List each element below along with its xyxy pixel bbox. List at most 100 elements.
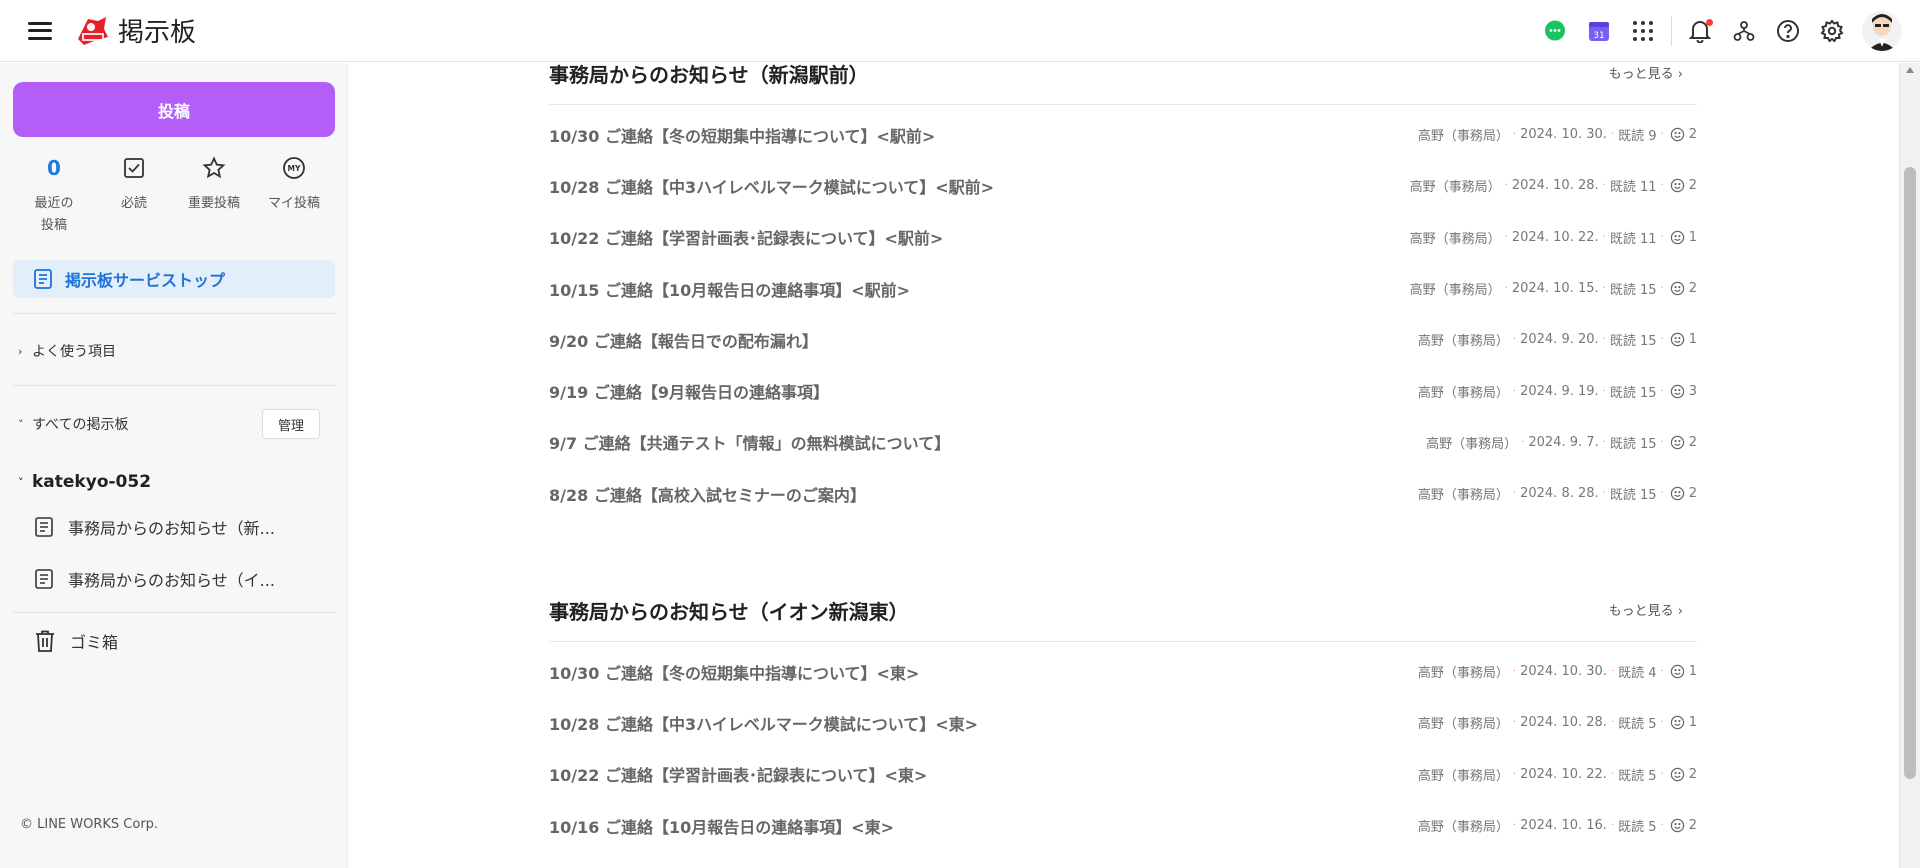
section-title[interactable]: 事務局からのお知らせ（イオン新潟東） — [549, 596, 909, 625]
meta-dot: · — [1521, 436, 1525, 448]
my-badge-text: MY — [288, 164, 301, 173]
meta-dot: · — [1602, 436, 1606, 448]
menu-icon[interactable] — [28, 21, 52, 40]
document-icon — [35, 517, 53, 537]
apps-grid-icon[interactable] — [1621, 9, 1665, 53]
post-author: 高野（事務局） — [1417, 385, 1509, 401]
sidebar-item-board-top[interactable]: 掲示板サービストップ — [13, 260, 335, 298]
post-read-count: 既読 9 — [1618, 129, 1657, 145]
post-date: 2024. 9. 19. — [1520, 383, 1599, 399]
star-icon — [202, 156, 226, 179]
sidebar-item-trash[interactable]: ゴミ箱 — [34, 623, 118, 659]
post-title[interactable]: 10/30 ご連絡【冬の短期集中指導について】<駅前> — [549, 123, 935, 147]
smile-icon — [1670, 818, 1685, 833]
quick-recent-posts[interactable]: 0 最近の投稿 — [14, 153, 94, 263]
sidebar-board-aeon-niigata-higashi[interactable]: 事務局からのお知らせ（イ... — [34, 559, 334, 599]
post-row[interactable]: 10/15 ご連絡【10月報告日の連絡事項】<駅前> 高野（事務局） · 2024.… — [549, 263, 1697, 314]
post-row[interactable]: 10/30 ご連絡【冬の短期集中指導について】<駅前> 高野（事務局） · 2024… — [549, 109, 1697, 160]
meta-dot: · — [1512, 129, 1517, 141]
calendar-icon[interactable]: 31 — [1577, 9, 1621, 53]
meta-dot: · — [1602, 385, 1606, 397]
quick-my-posts[interactable]: MY マイ投稿 — [254, 153, 334, 263]
smile-icon — [1670, 230, 1685, 245]
post-date: 2024. 10. 28. — [1511, 178, 1599, 194]
all-boards-toggle[interactable]: ˅ すべての掲示板 — [18, 414, 128, 434]
meta-dot: · — [1610, 129, 1615, 141]
post-title[interactable]: 9/20 ご連絡【報告日での配布漏れ】 — [549, 328, 818, 352]
sidebar-board-niigata-ekimae[interactable]: 事務局からのお知らせ（新... — [34, 507, 334, 547]
meta-dot: · — [1610, 666, 1615, 678]
scrollbar-thumb[interactable] — [1904, 167, 1916, 779]
quick-required-reading[interactable]: 必読 — [94, 153, 174, 263]
post-author: 高野（事務局） — [1417, 129, 1509, 145]
gear-icon[interactable] — [1810, 9, 1854, 53]
more-link[interactable]: もっと見る › — [1609, 600, 1683, 619]
section-title[interactable]: 事務局からのお知らせ（新潟駅前） — [549, 63, 869, 88]
vertical-scrollbar[interactable] — [1899, 63, 1920, 868]
smile-icon — [1670, 178, 1685, 193]
post-author: 高野（事務局） — [1417, 488, 1509, 504]
post-row[interactable]: 10/30 ご連絡【冬の短期集中指導について】<東> 高野（事務局） · 2024.… — [549, 646, 1697, 697]
post-row[interactable]: 9/7 ご連絡【共通テスト「情報」の無料模試について】 高野（事務局） · 2024… — [549, 417, 1697, 468]
post-meta: 高野（事務局） · 2024. 9. 19. · 既読 15 · 3 — [1418, 382, 1697, 401]
reaction-count: 2 — [1688, 127, 1697, 143]
post-row[interactable]: 10/22 ご連絡【学習計画表･記録表について】<駅前> 高野（事務局） · 202… — [549, 212, 1697, 263]
post-title[interactable]: 10/28 ご連絡【中3ハイレベルマーク模試について】<東> — [549, 711, 978, 735]
post-date: 2024. 10. 15. — [1511, 281, 1599, 297]
meta-dot: · — [1512, 488, 1517, 500]
post-row[interactable]: 9/20 ご連絡【報告日での配布漏れ】 高野（事務局） · 2024. 9. 20.… — [549, 314, 1697, 365]
post-row[interactable]: 10/28 ご連絡【中3ハイレベルマーク模試について】<東> 高野（事務局） · 2… — [549, 697, 1697, 748]
post-read-count: 既読 11 — [1609, 180, 1657, 196]
group-katekyo[interactable]: ˅ katekyo-052 — [18, 472, 151, 492]
post-title[interactable]: 9/19 ご連絡【9月報告日の連絡事項】 — [549, 379, 829, 403]
scroll-up-arrow[interactable] — [1906, 67, 1914, 73]
org-chart-icon[interactable] — [1722, 9, 1766, 53]
meta-dot: · — [1660, 129, 1664, 141]
chevron-down-icon: ˅ — [18, 475, 24, 489]
frequent-items-label: よく使う項目 — [32, 344, 116, 360]
chat-icon[interactable] — [1533, 9, 1577, 53]
meta-dot: · — [1660, 768, 1664, 780]
post-title[interactable]: 10/30 ご連絡【冬の短期集中指導について】<東> — [549, 660, 919, 684]
help-icon[interactable] — [1766, 9, 1810, 53]
board-section-aeon-niigata-higashi: 事務局からのお知らせ（イオン新潟東） もっと見る › 10/30 ご連絡【冬の短… — [549, 592, 1697, 851]
post-meta: 高野（事務局） · 2024. 10. 30. · 既読 4 · 1 — [1418, 662, 1697, 681]
post-title[interactable]: 10/22 ご連絡【学習計画表･記録表について】<東> — [549, 762, 927, 786]
top-header: 掲示板 31 — [0, 0, 1920, 62]
more-link[interactable]: もっと見る › — [1609, 63, 1683, 82]
bell-icon[interactable] — [1678, 9, 1722, 53]
post-title[interactable]: 8/28 ご連絡【高校入試セミナーのご案内】 — [549, 482, 866, 506]
meta-dot: · — [1660, 820, 1664, 832]
reaction-count: 2 — [1688, 766, 1697, 782]
trash-label: ゴミ箱 — [70, 633, 119, 652]
post-read-count: 既読 5 — [1618, 768, 1657, 784]
post-button[interactable]: 投稿 — [13, 82, 335, 137]
post-author: 高野（事務局） — [1417, 768, 1509, 784]
manage-button[interactable]: 管理 — [262, 409, 320, 439]
post-date: 2024. 10. 28. — [1520, 715, 1607, 731]
post-title[interactable]: 9/7 ご連絡【共通テスト「情報」の無料模試について】 — [549, 430, 950, 454]
post-read-count: 既読 15 — [1609, 334, 1657, 350]
post-row[interactable]: 8/28 ご連絡【高校入試セミナーのご案内】 高野（事務局） · 2024. 8. … — [549, 468, 1697, 519]
meta-dot: · — [1660, 334, 1664, 346]
quick-important-posts[interactable]: 重要投稿 — [174, 153, 254, 263]
board-section-niigata-ekimae: 事務局からのお知らせ（新潟駅前） もっと見る › 10/30 ご連絡【冬の短期集… — [549, 63, 1697, 519]
post-row[interactable]: 10/16 ご連絡【10月報告日の連絡事項】<東> 高野（事務局） · 2024. … — [549, 800, 1697, 851]
post-title[interactable]: 10/15 ご連絡【10月報告日の連絡事項】<駅前> — [549, 277, 910, 301]
meta-dot: · — [1660, 488, 1664, 500]
sidebar-divider — [13, 313, 335, 314]
post-row[interactable]: 9/19 ご連絡【9月報告日の連絡事項】 高野（事務局） · 2024. 9. 19… — [549, 365, 1697, 416]
post-title[interactable]: 10/16 ご連絡【10月報告日の連絡事項】<東> — [549, 814, 894, 838]
post-read-count: 既読 15 — [1609, 385, 1657, 401]
post-row[interactable]: 10/22 ご連絡【学習計画表･記録表について】<東> 高野（事務局） · 2024… — [549, 749, 1697, 800]
post-title[interactable]: 10/22 ご連絡【学習計画表･記録表について】<駅前> — [549, 225, 943, 249]
group-name: katekyo-052 — [32, 472, 152, 492]
post-row[interactable]: 10/28 ご連絡【中3ハイレベルマーク模試について】<駅前> 高野（事務局） ·… — [549, 160, 1697, 211]
app-logo[interactable] — [74, 15, 110, 47]
post-title[interactable]: 10/28 ご連絡【中3ハイレベルマーク模試について】<駅前> — [549, 174, 994, 198]
sidebar-board-label: 事務局からのお知らせ（新... — [68, 519, 275, 538]
frequent-items-toggle[interactable]: › よく使う項目 — [18, 341, 116, 361]
meta-dot: · — [1512, 385, 1517, 397]
post-date: 2024. 9. 7. — [1528, 434, 1599, 450]
avatar[interactable] — [1862, 11, 1902, 51]
